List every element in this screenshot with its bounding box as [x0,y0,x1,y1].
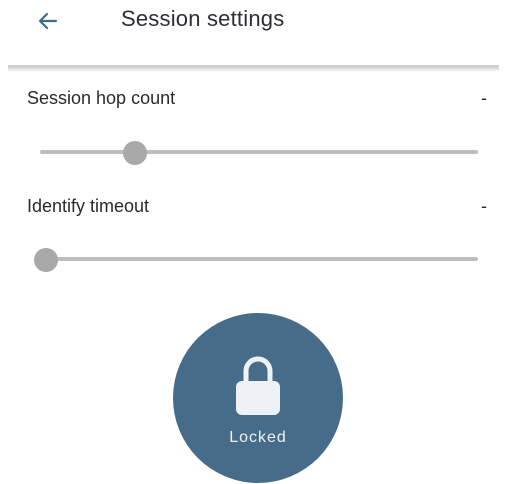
arrow-left-icon [38,12,58,30]
back-button[interactable] [30,3,66,39]
identify-timeout-label: Identify timeout [27,196,150,216]
identify-timeout-value: - [481,196,487,216]
session-hop-count-value: - [481,88,487,108]
session-hop-count-label: Session hop count [27,88,176,108]
lock-status-label: Locked [229,429,287,446]
slider-track [40,150,478,154]
app-header: Session settings [0,0,507,66]
slider-thumb[interactable] [123,141,148,165]
lock-button[interactable]: Locked [173,313,343,483]
page-title: Session settings [121,6,285,31]
header-divider [8,65,499,72]
slider-thumb[interactable] [34,248,58,272]
lock-icon [236,356,280,415]
slider-track [40,257,478,261]
session-hop-count-slider[interactable] [40,140,478,165]
identify-timeout-slider[interactable] [34,247,478,272]
